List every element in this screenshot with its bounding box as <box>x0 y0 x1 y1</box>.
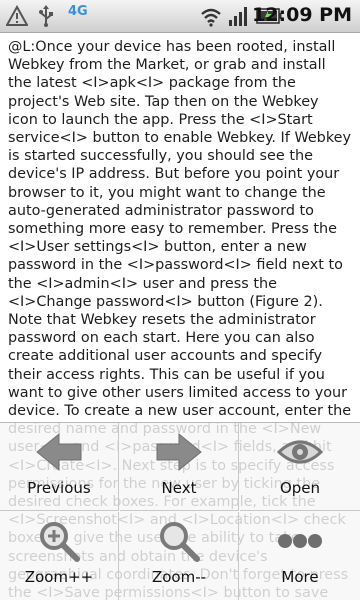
status-bar: 4G 12:09 PM <box>0 0 360 33</box>
more-label: More <box>281 568 319 586</box>
zoom-out-button[interactable]: Zoom-- <box>120 512 239 600</box>
next-label: Next <box>161 479 197 497</box>
clock: 12:09 PM <box>252 4 352 26</box>
arrow-right-icon <box>156 432 202 472</box>
options-menu: Previous Next Open Zoom++ Zoom-- More <box>0 422 360 600</box>
zoom-out-icon <box>160 522 200 562</box>
4g-icon: 4G <box>68 4 88 19</box>
usb-icon <box>39 5 53 27</box>
signal-icon <box>229 7 247 26</box>
next-button[interactable]: Next <box>120 423 239 511</box>
zoom-out-label: Zoom-- <box>151 568 207 586</box>
more-button[interactable]: More <box>240 512 360 600</box>
previous-button[interactable]: Previous <box>0 423 119 511</box>
zoom-in-icon <box>40 522 80 562</box>
wifi-icon <box>201 8 221 27</box>
arrow-left-icon <box>36 432 82 472</box>
previous-label: Previous <box>27 479 91 497</box>
open-label: Open <box>279 479 321 497</box>
warning-icon <box>6 5 28 26</box>
eye-icon <box>277 440 323 464</box>
zoom-in-button[interactable]: Zoom++ <box>0 512 119 600</box>
open-button[interactable]: Open <box>240 423 360 511</box>
more-icon <box>278 534 322 548</box>
zoom-in-label: Zoom++ <box>24 568 94 586</box>
